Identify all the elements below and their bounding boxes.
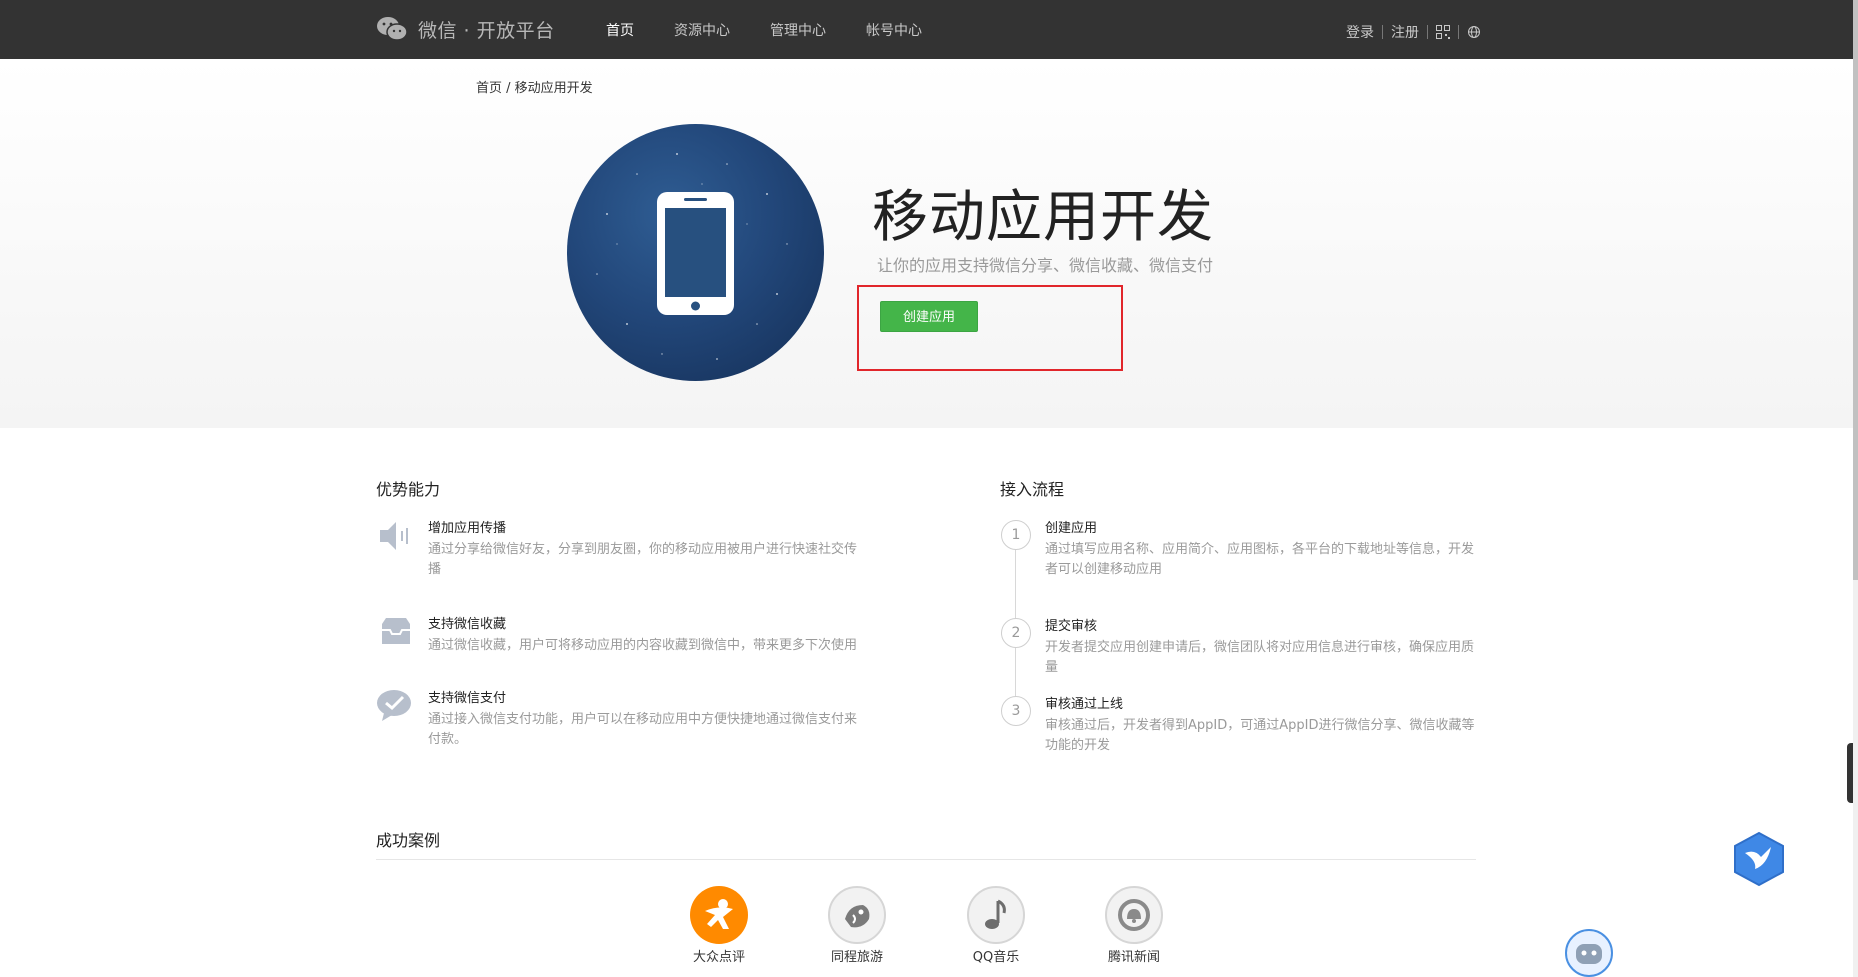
mobile-app-illustration — [567, 124, 824, 381]
logo-text: 微信 · 开放平台 — [418, 19, 555, 42]
process-step: 审核通过上线 审核通过后，开发者得到AppID，可通过AppID进行微信分享、微… — [1045, 693, 1475, 756]
case-tencent-news[interactable]: 腾讯新闻 — [1084, 886, 1184, 965]
advantage-title: 增加应用传播 — [428, 521, 507, 536]
process-step: 创建应用 通过填写应用名称、应用简介、应用图标，各平台的下载地址等信息，开发者可… — [1045, 517, 1475, 580]
vertical-scrollbar[interactable] — [1853, 0, 1858, 977]
case-label: 大众点评 — [692, 950, 745, 965]
pay-check-icon — [377, 690, 411, 721]
case-label: 腾讯新闻 — [1107, 950, 1160, 965]
case-dianping[interactable]: 大众点评 — [669, 886, 769, 965]
nav-account-center[interactable]: 帐号中心 — [866, 20, 922, 40]
cases-title: 成功案例 — [376, 831, 441, 850]
step-title: 创建应用 — [1045, 521, 1098, 536]
advantage-item: 支持微信支付 通过接入微信支付功能，用户可以在移动应用中方便快捷地通过微信支付来… — [428, 687, 858, 750]
step-title: 审核通过上线 — [1045, 697, 1124, 712]
speaker-icon — [380, 522, 408, 550]
step-number: 2 — [1001, 618, 1031, 648]
advantage-item: 增加应用传播 通过分享给微信好友，分享到朋友圈，你的移动应用被用户进行快速社交传… — [428, 517, 858, 580]
divider — [376, 859, 1476, 860]
assistant-avatar-icon[interactable] — [1564, 928, 1614, 977]
feedback-bird-icon[interactable] — [1733, 831, 1785, 887]
nav-management-center[interactable]: 管理中心 — [770, 20, 826, 40]
login-link[interactable]: 登录 — [1346, 22, 1374, 42]
case-tongcheng[interactable]: 同程旅游 — [807, 886, 907, 965]
main-nav: 首页 资源中心 管理中心 帐号中心 — [606, 20, 962, 40]
advantages-title: 优势能力 — [376, 480, 441, 499]
wechat-logo[interactable]: 微信 · 开放平台 — [376, 15, 555, 43]
case-qqmusic[interactable]: QQ音乐 — [946, 886, 1046, 965]
step-title: 提交审核 — [1045, 619, 1098, 634]
case-label: QQ音乐 — [972, 950, 1020, 965]
divider — [1458, 25, 1459, 39]
step-desc: 通过填写应用名称、应用简介、应用图标，各平台的下载地址等信息，开发者可以创建移动… — [1045, 542, 1475, 577]
advantage-desc: 通过微信收藏，用户可将移动应用的内容收藏到微信中，带来更多下次使用 — [428, 638, 858, 653]
nav-resource-center[interactable]: 资源中心 — [674, 20, 730, 40]
process-step: 提交审核 开发者提交应用创建申请后，微信团队将对应用信息进行审核，确保应用质量 — [1045, 615, 1475, 678]
step-number: 3 — [1001, 696, 1031, 726]
divider — [1382, 25, 1383, 39]
qqmusic-logo-icon — [967, 886, 1025, 944]
advantage-desc: 通过分享给微信好友，分享到朋友圈，你的移动应用被用户进行快速社交传播 — [428, 542, 858, 577]
nav-home[interactable]: 首页 — [606, 20, 634, 40]
process-title: 接入流程 — [1000, 480, 1065, 499]
qrcode-icon[interactable] — [1436, 25, 1450, 39]
step-desc: 审核通过后，开发者得到AppID，可通过AppID进行微信分享、微信收藏等功能的… — [1045, 718, 1475, 753]
starry-phone-icon — [596, 153, 788, 360]
divider — [1427, 25, 1428, 39]
register-link[interactable]: 注册 — [1391, 22, 1419, 42]
advantage-item: 支持微信收藏 通过微信收藏，用户可将移动应用的内容收藏到微信中，带来更多下次使用 — [428, 613, 858, 656]
page-subtitle: 让你的应用支持微信分享、微信收藏、微信支付 — [877, 256, 1214, 275]
dianping-logo-icon — [690, 886, 748, 944]
tencent-news-logo-icon — [1105, 886, 1163, 944]
advantage-title: 支持微信支付 — [428, 691, 507, 706]
inbox-icon — [382, 618, 410, 644]
page-title: 移动应用开发 — [872, 185, 1214, 250]
case-label: 同程旅游 — [830, 950, 883, 965]
user-actions: 登录 注册 — [1346, 22, 1481, 42]
step-desc: 开发者提交应用创建申请后，微信团队将对应用信息进行审核，确保应用质量 — [1045, 640, 1475, 675]
create-app-button[interactable]: 创建应用 — [880, 301, 978, 332]
advantage-title: 支持微信收藏 — [428, 617, 507, 632]
tongcheng-logo-icon — [828, 886, 886, 944]
wechat-icon — [377, 17, 408, 41]
advantage-desc: 通过接入微信支付功能，用户可以在移动应用中方便快捷地通过微信支付来付款。 — [428, 712, 858, 747]
hero-section: 首页 / 移动应用开发 移动应用开发 让你的应用支持微信分享、微信收藏、微信支付… — [0, 59, 1853, 428]
breadcrumb[interactable]: 首页 / 移动应用开发 — [476, 77, 593, 96]
globe-icon[interactable] — [1467, 25, 1481, 39]
scrollbar-thumb[interactable] — [1853, 0, 1858, 580]
top-navigation-bar: 微信 · 开放平台 首页 资源中心 管理中心 帐号中心 登录 注册 — [0, 0, 1853, 59]
step-number: 1 — [1001, 520, 1031, 550]
